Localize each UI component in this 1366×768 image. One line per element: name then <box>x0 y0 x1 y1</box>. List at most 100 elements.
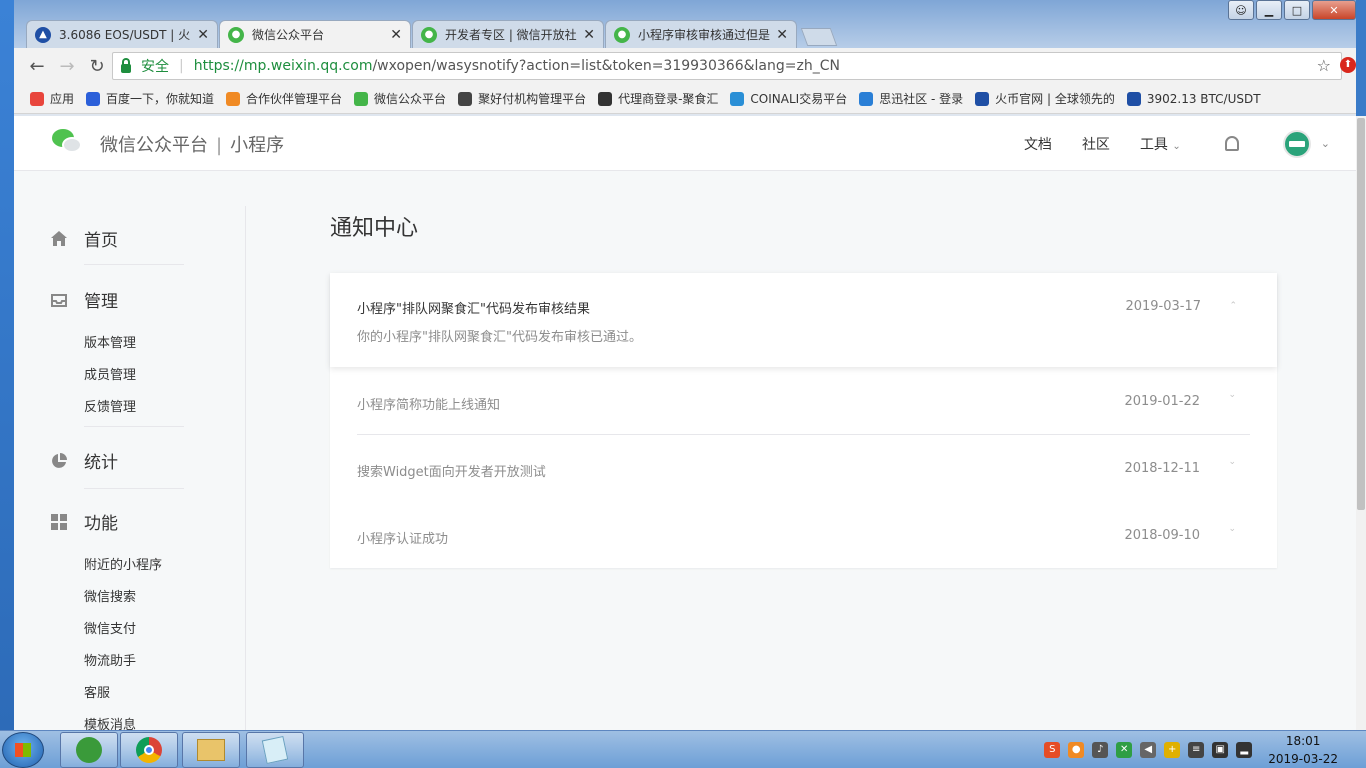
remote-desktop-icon[interactable] <box>60 732 118 768</box>
clock-date: 2019-03-22 <box>1268 752 1338 766</box>
sidebar-subitem-feedback[interactable]: 反馈管理 <box>84 396 136 415</box>
start-button[interactable] <box>2 732 44 768</box>
speaker-icon[interactable]: ◀ <box>1140 742 1157 758</box>
browser-tab[interactable]: ● 小程序审核审核通过但是 ✕ <box>605 20 797 48</box>
notification-item[interactable]: 搜索Widget面向开发者开放测试 2018-12-11 ⌄ <box>357 435 1250 502</box>
chrome-icon[interactable] <box>120 732 178 768</box>
bookmark-item[interactable]: 合作伙伴管理平台 <box>226 90 342 107</box>
sidebar-subitem-logistics[interactable]: 物流助手 <box>84 650 136 669</box>
sidebar-item-features[interactable]: 功能 <box>50 509 118 534</box>
sidebar-subitem-versions[interactable]: 版本管理 <box>84 332 136 351</box>
brand[interactable]: 微信公众平台 | 小程序 <box>100 131 284 157</box>
address-separator: | <box>179 58 184 74</box>
sidebar-subitem-templates[interactable]: 模板消息 <box>84 714 136 730</box>
notification-item[interactable]: 小程序简称功能上线通知 2019-01-22 ⌄ <box>357 368 1250 435</box>
back-arrow-icon[interactable]: ← <box>22 56 52 77</box>
ime-icon[interactable]: S <box>1044 742 1061 758</box>
extension-icon[interactable]: ⬆ <box>1340 57 1356 73</box>
page-content: 微信公众平台 | 小程序 文档 社区 工具 ⌄ ⌄ 首页 管理 版本管理 成员管理 … <box>14 116 1356 730</box>
nav-community[interactable]: 社区 <box>1082 134 1110 154</box>
browser-tab-active[interactable]: ● 微信公众平台 ✕ <box>219 20 411 48</box>
close-tab-icon[interactable]: ✕ <box>197 27 209 43</box>
avatar[interactable] <box>1282 129 1311 158</box>
wechat-icon <box>354 91 369 106</box>
bookmark-label: 微信公众平台 <box>374 92 447 106</box>
notification-title: 小程序"排队网聚食汇"代码发布审核结果 <box>357 302 590 317</box>
bookmark-item[interactable]: 应用 <box>30 90 74 107</box>
sidebar-item-manage[interactable]: 管理 <box>50 287 118 312</box>
secure-label: 安全 <box>141 59 169 75</box>
volume-icon[interactable]: ♪ <box>1092 742 1109 758</box>
sidebar-subitem-pay[interactable]: 微信支付 <box>84 618 136 637</box>
page-scrollbar[interactable] <box>1356 116 1366 730</box>
sidebar-item-label: 功能 <box>84 514 118 534</box>
bookmark-label: COINALI交易平台 <box>750 92 848 106</box>
bookmark-star-icon[interactable]: ☆ <box>1317 56 1331 75</box>
bookmark-label: 火币官网 | 全球领先的 <box>995 92 1115 106</box>
file-explorer-icon[interactable] <box>182 732 240 768</box>
new-tab-button[interactable] <box>800 28 838 46</box>
bookmark-item[interactable]: 聚好付机构管理平台 <box>458 90 586 107</box>
sidebar-item-label: 首页 <box>84 231 118 251</box>
sidebar-subitem-members[interactable]: 成员管理 <box>84 364 136 383</box>
sidebar-subitem-support[interactable]: 客服 <box>84 682 110 701</box>
panda-logo-icon <box>598 91 613 106</box>
forward-arrow-icon[interactable]: → <box>52 56 82 77</box>
sidebar-divider <box>84 426 184 427</box>
user-icon[interactable]: ☺ <box>1228 0 1254 20</box>
grid-icon <box>50 513 68 531</box>
notification-date: 2018-09-10 <box>1124 528 1200 543</box>
tray-app-icon[interactable]: ● <box>1068 742 1085 758</box>
inbox-icon <box>50 291 68 309</box>
browser-tab[interactable]: ● 开发者专区 | 微信开放社 ✕ <box>412 20 604 48</box>
bookmark-item[interactable]: 火币官网 | 全球领先的 <box>975 90 1115 107</box>
brand-name: 微信公众平台 <box>100 135 208 156</box>
security-icon[interactable]: ✕ <box>1116 742 1133 758</box>
address-bar[interactable]: 安全 | https://mp.weixin.qq.com/wxopen/was… <box>112 52 1342 80</box>
sidebar-item-stats[interactable]: 统计 <box>50 448 118 473</box>
bookmark-label: 百度一下，你就知道 <box>106 92 215 106</box>
maximize-button[interactable]: □ <box>1284 0 1310 20</box>
url-path: /wxopen/wasysnotify?action=list&token=31… <box>372 58 840 74</box>
bookmark-item[interactable]: COINALI交易平台 <box>730 90 847 107</box>
sidebar-divider <box>84 264 184 265</box>
title-bar: ☺ ▁ □ ✕ ▲ 3.6086 EOS/USDT | 火币 ✕ ● 微信公众平… <box>14 0 1356 48</box>
nav-tools[interactable]: 工具 ⌄ <box>1140 134 1181 154</box>
chevron-down-icon[interactable]: ⌄ <box>1321 137 1330 150</box>
reload-icon[interactable]: ↻ <box>82 56 112 77</box>
bookmark-item[interactable]: 百度一下，你就知道 <box>86 90 214 107</box>
sidebar-item-label: 管理 <box>84 292 118 312</box>
huobi-flame-icon: ▲ <box>35 26 51 43</box>
close-tab-icon[interactable]: ✕ <box>583 27 595 43</box>
bookmark-item[interactable]: 3902.13 BTC/USDT <box>1126 91 1261 106</box>
notepad-icon[interactable] <box>246 732 304 768</box>
minimize-button[interactable]: ▁ <box>1256 0 1282 20</box>
nav-docs[interactable]: 文档 <box>1024 134 1052 154</box>
notification-item[interactable]: 小程序认证成功 2018-09-10 ⌄ <box>357 502 1250 568</box>
wechat-logo-icon[interactable] <box>52 129 82 155</box>
close-window-button[interactable]: ✕ <box>1312 0 1356 20</box>
bookmark-item[interactable]: 微信公众平台 <box>354 90 446 107</box>
plus-icon[interactable]: + <box>1164 742 1181 758</box>
browser-tab[interactable]: ▲ 3.6086 EOS/USDT | 火币 ✕ <box>26 20 218 48</box>
close-tab-icon[interactable]: ✕ <box>390 27 402 43</box>
sidebar-subitem-search[interactable]: 微信搜索 <box>84 586 136 605</box>
clock[interactable]: 18:01 2019-03-22 <box>1268 732 1338 768</box>
sidebar-item-home[interactable]: 首页 <box>50 226 118 251</box>
sidebar-divider <box>84 488 184 489</box>
bookmark-label: 代理商登录-聚食汇 <box>618 92 719 106</box>
taskbar-list-icon[interactable]: ≡ <box>1188 742 1205 758</box>
bookmark-item[interactable]: 思迅社区 - 登录 <box>859 90 963 107</box>
notification-item-expanded[interactable]: 小程序"排队网聚食汇"代码发布审核结果 2019-03-17 ⌃ 你的小程序"排… <box>330 273 1277 367</box>
network-icon[interactable]: ▂ <box>1236 742 1253 758</box>
window-controls: ☺ ▁ □ ✕ <box>1226 0 1356 20</box>
clipboard-icon[interactable]: ▣ <box>1212 742 1229 758</box>
close-tab-icon[interactable]: ✕ <box>776 27 788 43</box>
chevron-up-icon: ⌃ <box>1229 301 1237 311</box>
brand-divider: | <box>216 135 223 156</box>
sidebar: 首页 管理 版本管理 成员管理 反馈管理 统计 功能 附近的小程序 微信搜索 微… <box>14 206 246 730</box>
scrollbar-thumb[interactable] <box>1357 118 1365 510</box>
bookmark-item[interactable]: 代理商登录-聚食汇 <box>598 90 718 107</box>
bell-icon[interactable] <box>1224 136 1239 151</box>
sidebar-subitem-nearby[interactable]: 附近的小程序 <box>84 554 162 573</box>
